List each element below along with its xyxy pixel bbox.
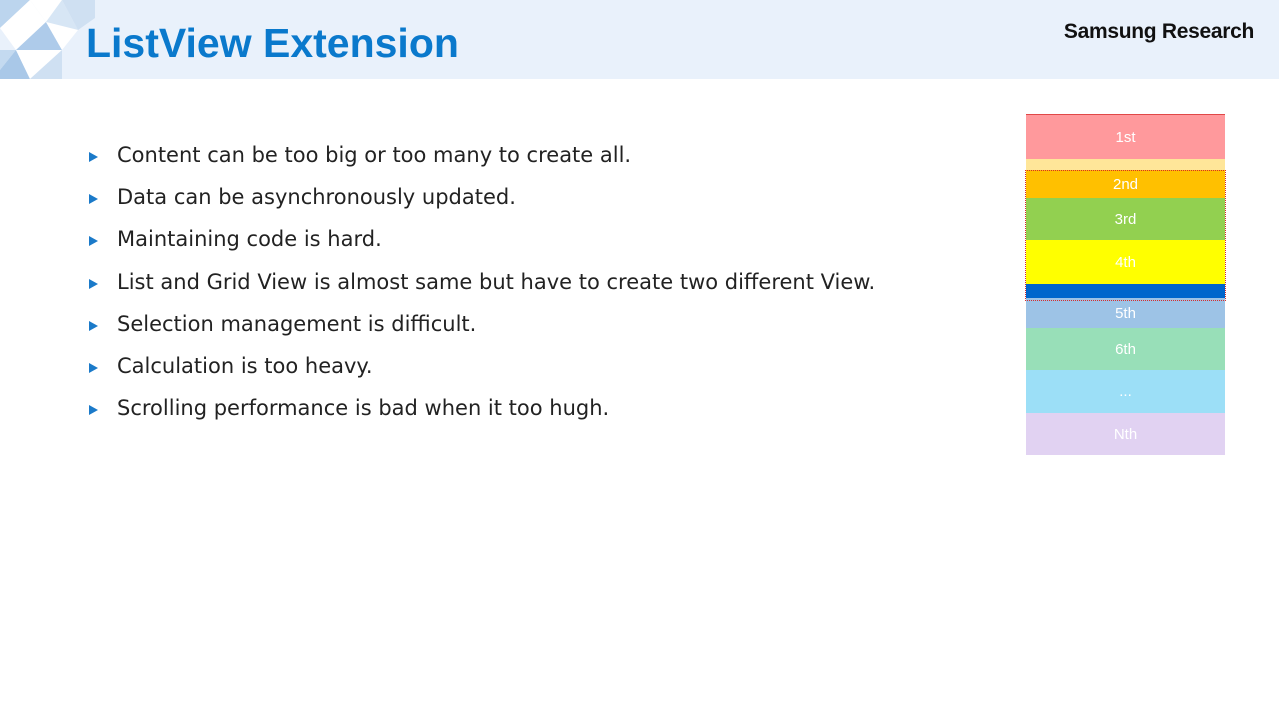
triangle-bullet-icon [89, 320, 98, 331]
triangle-bullet-icon [89, 363, 98, 374]
triangle-bullet-icon [89, 194, 98, 205]
bullet-text: List and Grid View is almost same but ha… [117, 269, 876, 294]
triangle-pattern-icon [0, 0, 95, 79]
list-view-diagram: 1st 2nd 3rd 4th 5th 6th... Nth [1026, 114, 1225, 455]
partial-item-band [1026, 158, 1225, 170]
bullet-item: Maintaining code is hard. [86, 218, 875, 260]
bullet-item: Selection management is difficult. [86, 303, 875, 345]
bullet-item: List and Grid View is almost same but ha… [86, 261, 875, 303]
partial-item-band [1026, 284, 1225, 298]
list-item: 4th [1026, 240, 1225, 284]
triangle-bullet-icon [89, 405, 98, 416]
bullet-text: Content can be too big or too many to cr… [117, 143, 632, 168]
list-item: 5th [1026, 298, 1225, 328]
brand-logo-text: Samsung Research [1063, 20, 1254, 43]
bullet-text: Maintaining code is hard. [117, 227, 382, 252]
bullet-item: Calculation is too heavy. [86, 345, 875, 387]
list-item: 3rd [1026, 198, 1225, 240]
list-item: 1st [1026, 114, 1225, 159]
list-item: 6th [1026, 328, 1225, 370]
triangle-bullet-icon [89, 152, 98, 163]
list-item: Nth [1026, 413, 1225, 455]
bullet-text: Scrolling performance is bad when it too… [117, 396, 610, 421]
list-item: ... [1026, 370, 1225, 413]
slide-header: ListView Extension Samsung Research [0, 0, 1279, 79]
bullet-list: Content can be too big or too many to cr… [86, 134, 875, 429]
bullet-item: Scrolling performance is bad when it too… [86, 387, 875, 429]
slide-title: ListView Extension [86, 20, 459, 66]
triangle-bullet-icon [89, 236, 98, 247]
triangle-bullet-icon [89, 278, 98, 289]
bullet-item: Content can be too big or too many to cr… [86, 134, 875, 176]
list-item: 2nd [1026, 170, 1225, 198]
bullet-text: Selection management is difficult. [117, 311, 477, 336]
bullet-text: Data can be asynchronously updated. [117, 185, 516, 210]
bullet-item: Data can be asynchronously updated. [86, 176, 875, 218]
bullet-text: Calculation is too heavy. [117, 354, 373, 379]
